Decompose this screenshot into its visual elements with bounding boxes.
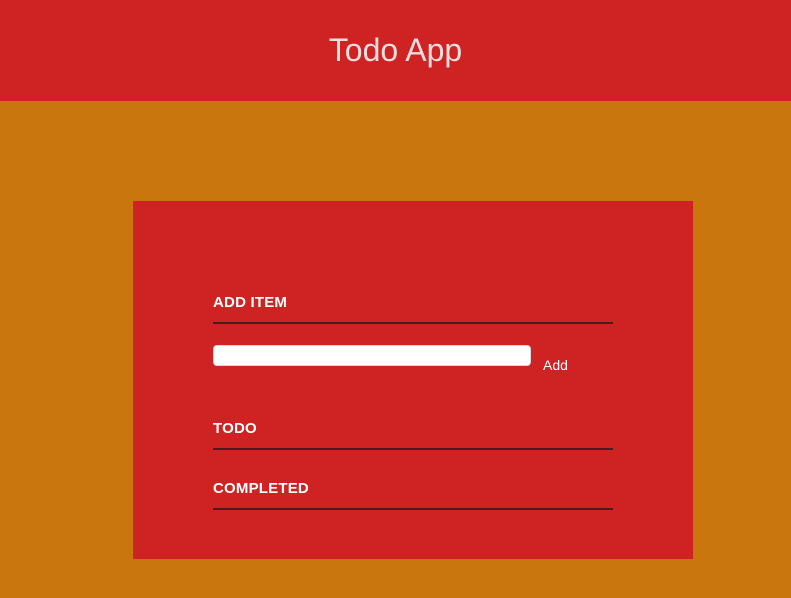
add-item-divider [213,322,613,324]
add-button[interactable]: Add [543,356,568,374]
completed-heading: COMPLETED [213,480,309,497]
add-item-heading: ADD ITEM [213,294,288,311]
app-title: Todo App [328,32,463,68]
todo-divider [213,448,613,450]
main-area: ADD ITEM Add TODO COMPLETED [0,101,791,598]
completed-divider [213,508,613,510]
todo-heading: TODO [213,420,257,437]
todo-card: ADD ITEM Add TODO COMPLETED [133,201,693,559]
app-header: Todo App [0,0,791,101]
new-item-input[interactable] [213,345,531,366]
